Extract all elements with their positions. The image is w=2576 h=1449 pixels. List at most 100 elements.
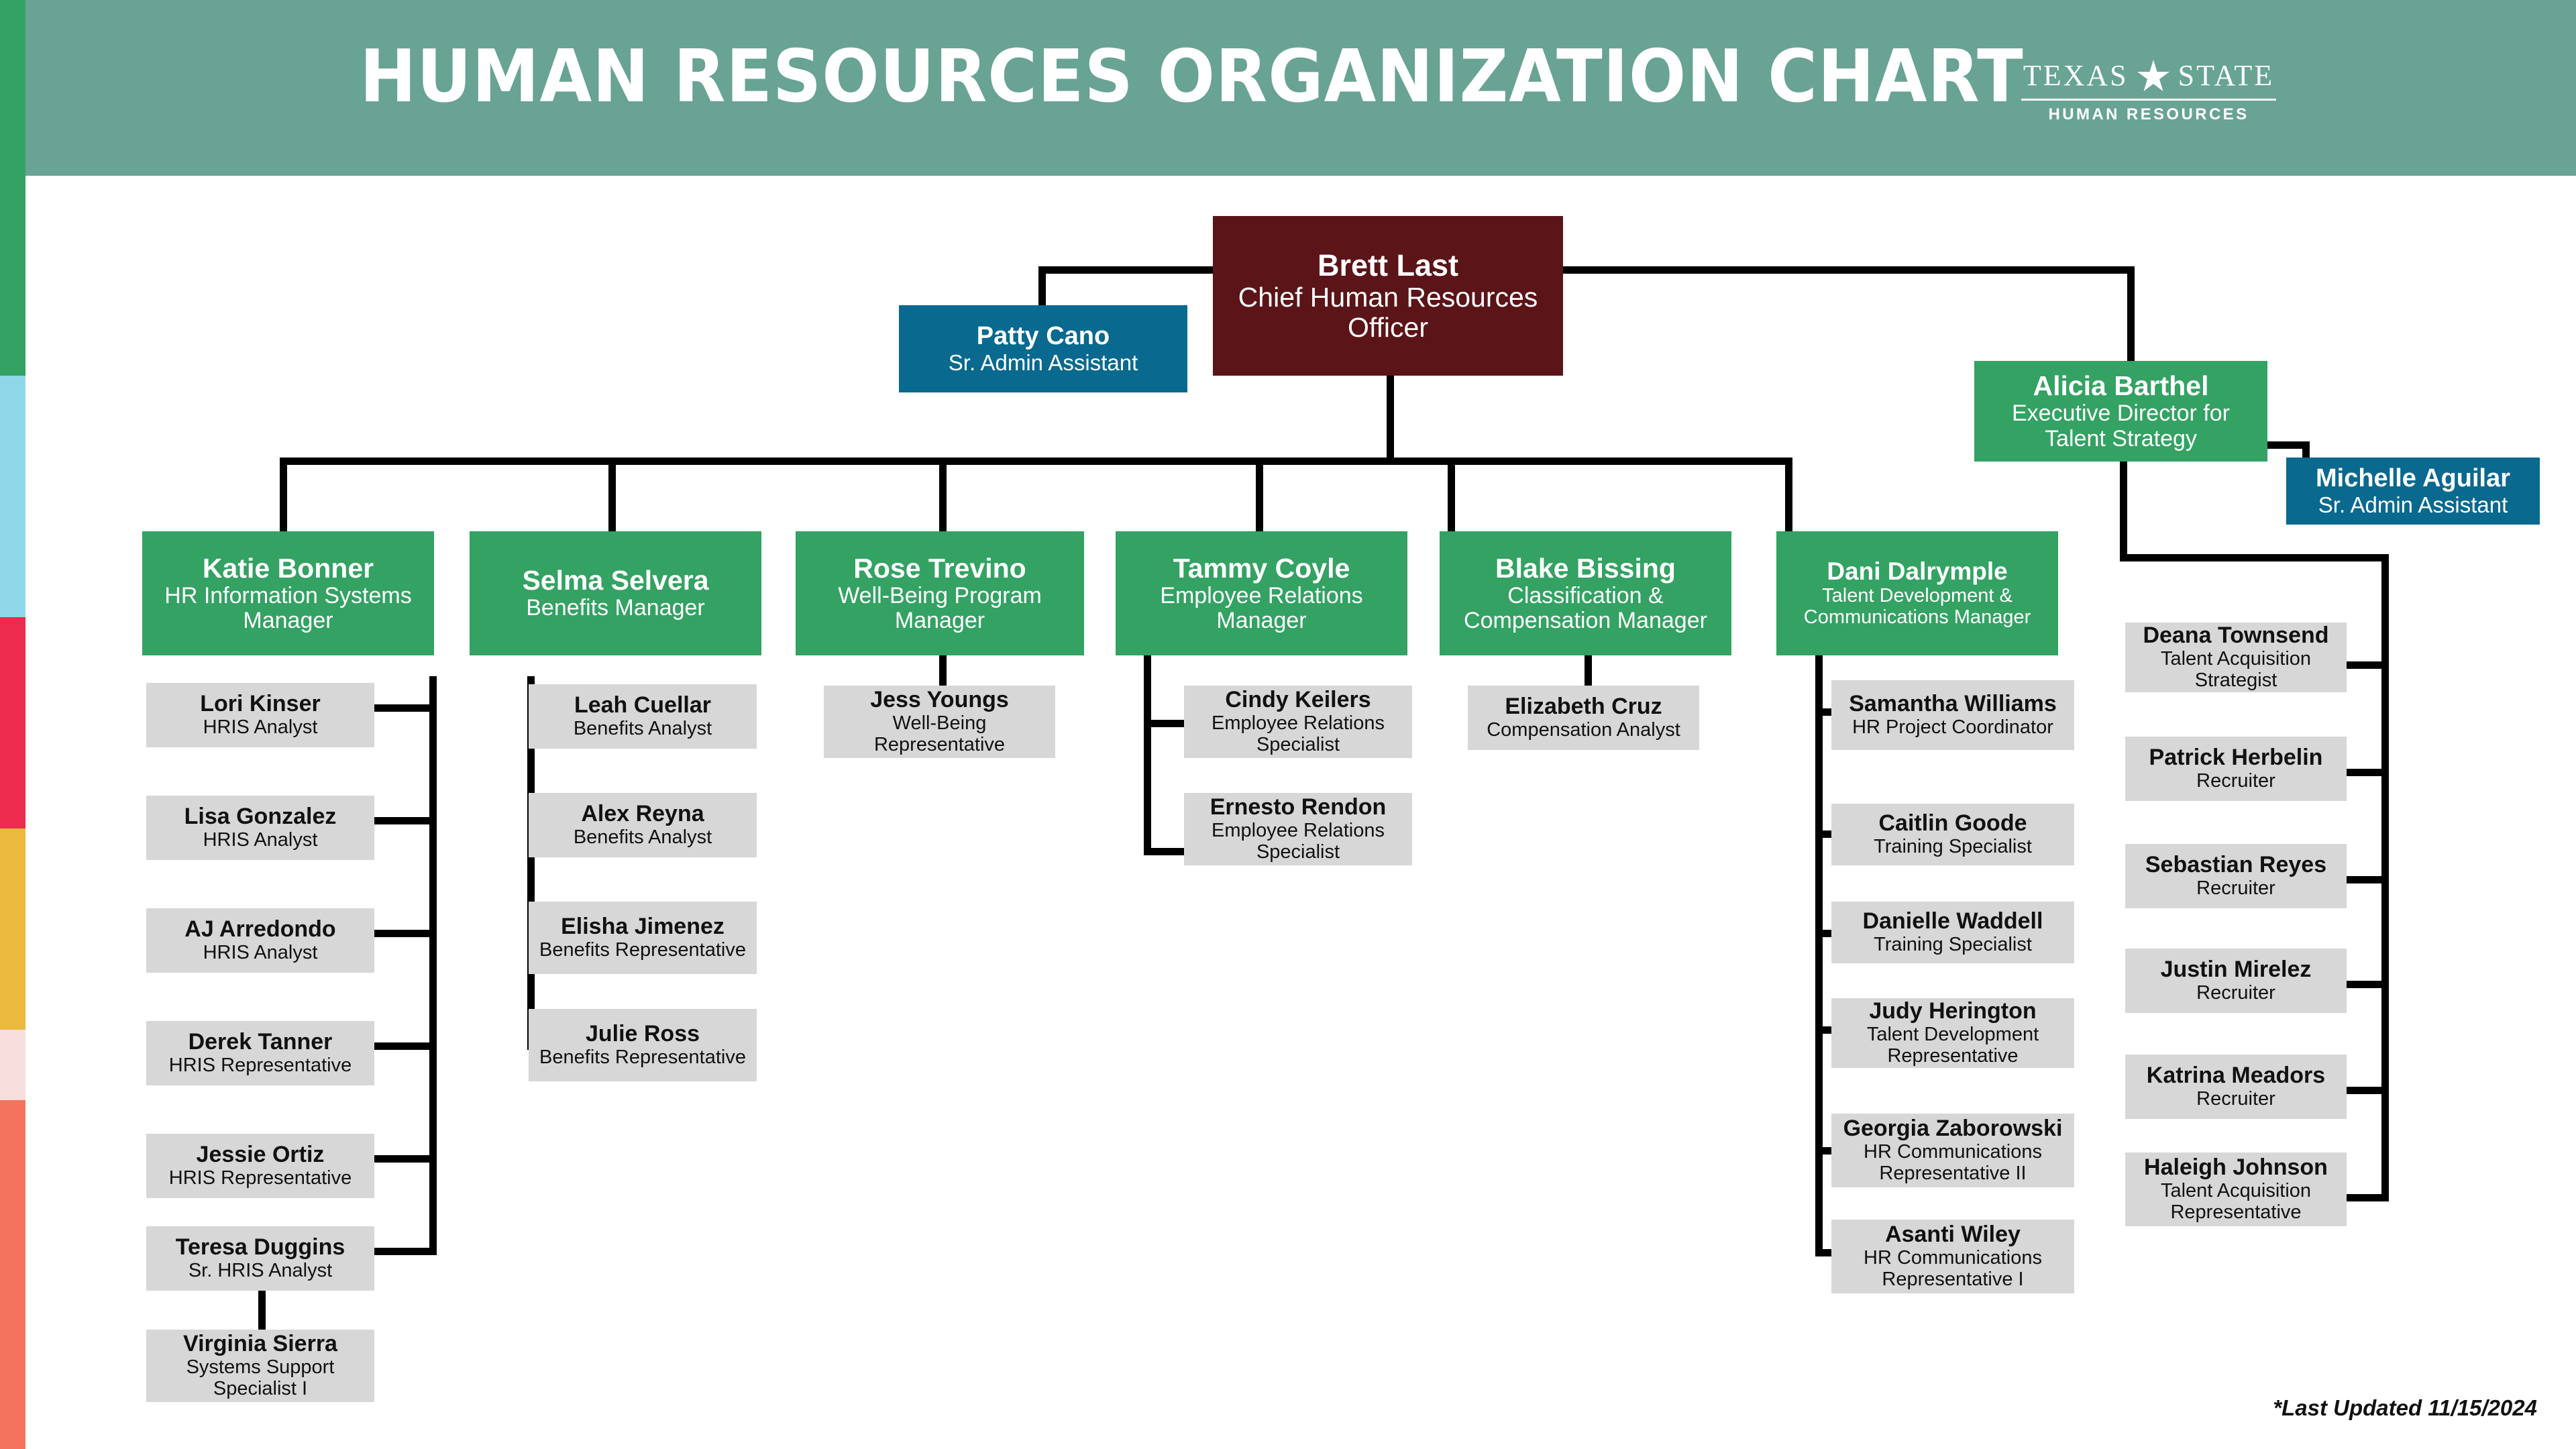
connector-drop-rose	[939, 458, 947, 531]
node-name: Teresa Duggins	[175, 1234, 345, 1260]
node-title: Sr. Admin Assistant	[2318, 492, 2508, 517]
node-leah-cuellar[interactable]: Leah Cuellar Benefits Analyst	[529, 684, 757, 749]
connector-manager-bus	[280, 458, 1792, 465]
node-judy-herington[interactable]: Judy Herington Talent Development Repres…	[1831, 998, 2074, 1068]
node-georgia-zaborowski[interactable]: Georgia Zaborowski HR Communications Rep…	[1831, 1114, 2074, 1187]
connector-brett-to-alicia-h	[1563, 266, 2135, 274]
node-teresa-duggins[interactable]: Teresa Duggins Sr. HRIS Analyst	[146, 1226, 374, 1291]
node-lisa-gonzalez[interactable]: Lisa Gonzalez HRIS Analyst	[146, 796, 374, 860]
node-name: Patty Cano	[976, 321, 1110, 350]
tick-cindy	[1144, 720, 1184, 727]
rail-pink	[0, 1030, 25, 1100]
node-justin-mirelez[interactable]: Justin Mirelez Recruiter	[2125, 949, 2347, 1013]
node-name: Dani Dalrymple	[1827, 557, 2008, 586]
node-jess-youngs[interactable]: Jess Youngs Well-Being Representative	[824, 686, 1055, 758]
rail-coral	[0, 1100, 25, 1449]
tick-katrina	[2339, 1087, 2389, 1094]
node-dani-dalrymple[interactable]: Dani Dalrymple Talent Development & Comm…	[1776, 531, 2058, 655]
node-aj-arredondo[interactable]: AJ Arredondo HRIS Analyst	[146, 908, 374, 973]
node-cindy-keilers[interactable]: Cindy Keilers Employee Relations Special…	[1184, 686, 1412, 758]
node-julie-ross[interactable]: Julie Ross Benefits Representative	[529, 1009, 757, 1081]
tick-aj	[373, 930, 437, 937]
node-name: Rose Trevino	[853, 552, 1026, 584]
tick-haleigh	[2339, 1194, 2389, 1201]
logo-divider	[2021, 99, 2276, 101]
node-name: Cindy Keilers	[1225, 687, 1371, 713]
node-title: HR Communications Representative I	[1864, 1246, 2042, 1290]
connector-brett-to-patty-v	[1038, 266, 1046, 309]
header-band: HUMAN RESOURCES ORGANIZATION CHART TEXAS…	[25, 0, 2576, 176]
node-elizabeth-cruz[interactable]: Elizabeth Cruz Compensation Analyst	[1468, 686, 1699, 750]
node-haleigh-johnson[interactable]: Haleigh Johnson Talent Acquisition Repre…	[2125, 1152, 2347, 1226]
node-title: Talent Acquisition Representative	[2160, 1179, 2312, 1223]
org-chart-canvas: HUMAN RESOURCES ORGANIZATION CHART TEXAS…	[0, 0, 2576, 1449]
node-title: Talent Acquisition Strategist	[2160, 647, 2312, 691]
node-elisha-jimenez[interactable]: Elisha Jimenez Benefits Representative	[529, 902, 757, 974]
node-patty-cano[interactable]: Patty Cano Sr. Admin Assistant	[899, 305, 1187, 392]
node-title: Recruiter	[2196, 981, 2275, 1004]
node-title: Well-Being Program Manager	[838, 582, 1042, 634]
node-katrina-meadors[interactable]: Katrina Meadors Recruiter	[2125, 1055, 2347, 1119]
node-name: Georgia Zaborowski	[1843, 1116, 2063, 1142]
node-title: HRIS Representative	[168, 1054, 352, 1076]
connector-teresa-to-virginia	[258, 1288, 266, 1331]
node-title: HRIS Analyst	[203, 716, 318, 738]
node-title: Recruiter	[2196, 1087, 2275, 1110]
node-name: Jess Youngs	[870, 687, 1009, 713]
node-title: Benefits Manager	[526, 595, 705, 621]
node-name: Ernesto Rendon	[1210, 794, 1387, 820]
node-title: HR Communications Representative II	[1864, 1140, 2042, 1184]
node-danielle-waddell[interactable]: Danielle Waddell Training Specialist	[1831, 902, 2074, 963]
node-patrick-herbelin[interactable]: Patrick Herbelin Recruiter	[2125, 737, 2347, 801]
node-name: Elizabeth Cruz	[1505, 694, 1662, 720]
node-ernesto-rendon[interactable]: Ernesto Rendon Employee Relations Specia…	[1184, 793, 1412, 865]
rail-gold	[0, 828, 25, 1030]
rail-blue	[0, 376, 25, 617]
node-derek-tanner[interactable]: Derek Tanner HRIS Representative	[146, 1021, 374, 1085]
node-sebastian-reyes[interactable]: Sebastian Reyes Recruiter	[2125, 844, 2347, 908]
last-updated-note: *Last Updated 11/15/2024	[2273, 1395, 2537, 1420]
tick-deana	[2339, 661, 2389, 669]
node-name: Katie Bonner	[202, 552, 374, 584]
node-michelle-aguilar[interactable]: Michelle Aguilar Sr. Admin Assistant	[2286, 458, 2540, 525]
node-katie-bonner[interactable]: Katie Bonner HR Information Systems Mana…	[142, 531, 434, 655]
node-title: Classification & Compensation Manager	[1464, 582, 1707, 634]
node-selma-selvera[interactable]: Selma Selvera Benefits Manager	[470, 531, 761, 655]
node-asanti-wiley[interactable]: Asanti Wiley HR Communications Represent…	[1831, 1220, 2074, 1293]
node-alicia-barthel[interactable]: Alicia Barthel Executive Director for Ta…	[1974, 361, 2267, 462]
node-alex-reyna[interactable]: Alex Reyna Benefits Analyst	[529, 793, 757, 857]
node-tammy-coyle[interactable]: Tammy Coyle Employee Relations Manager	[1116, 531, 1407, 655]
node-name: Justin Mirelez	[2160, 957, 2312, 983]
node-name: Brett Last	[1317, 248, 1459, 283]
star-icon	[2135, 59, 2171, 93]
node-name: Samantha Williams	[1849, 691, 2057, 717]
node-blake-bissing[interactable]: Blake Bissing Classification & Compensat…	[1440, 531, 1731, 655]
node-title: Employee Relations Manager	[1160, 582, 1363, 634]
connector-brett-drop	[1387, 376, 1394, 463]
node-name: Alex Reyna	[581, 801, 704, 827]
logo-subtitle: HUMAN RESOURCES	[2048, 105, 2249, 123]
node-lori-kinser[interactable]: Lori Kinser HRIS Analyst	[146, 683, 374, 747]
node-deana-townsend[interactable]: Deana Townsend Talent Acquisition Strate…	[2125, 623, 2347, 692]
node-jessie-ortiz[interactable]: Jessie Ortiz HRIS Representative	[146, 1134, 374, 1198]
node-name: Judy Herington	[1869, 998, 2037, 1024]
node-title: HRIS Analyst	[203, 828, 318, 851]
node-title: Benefits Representative	[539, 1046, 746, 1068]
node-caitlin-goode[interactable]: Caitlin Goode Training Specialist	[1831, 804, 2074, 865]
node-name: Haleigh Johnson	[2144, 1155, 2328, 1181]
texas-state-logo: TEXAS STATE HUMAN RESOURCES	[2021, 59, 2276, 124]
connector-alicia-to-right-h	[2120, 554, 2389, 561]
node-name: Lori Kinser	[200, 691, 321, 717]
logo-word-state: STATE	[2178, 59, 2275, 92]
node-name: Katrina Meadors	[2146, 1063, 2326, 1089]
node-name: Tammy Coyle	[1173, 552, 1350, 584]
node-samantha-williams[interactable]: Samantha Williams HR Project Coordinator	[1831, 680, 2074, 750]
node-name: Danielle Waddell	[1862, 908, 2043, 934]
node-brett-last[interactable]: Brett Last Chief Human Resources Officer	[1213, 216, 1563, 376]
logo-word-texas: TEXAS	[2023, 59, 2129, 92]
node-title: Benefits Representative	[539, 938, 746, 961]
node-virginia-sierra[interactable]: Virginia Sierra Systems Support Speciali…	[146, 1330, 374, 1402]
node-rose-trevino[interactable]: Rose Trevino Well-Being Program Manager	[796, 531, 1084, 655]
node-name: Jessie Ortiz	[196, 1142, 325, 1168]
node-title: Talent Development & Communications Mana…	[1803, 584, 2031, 628]
